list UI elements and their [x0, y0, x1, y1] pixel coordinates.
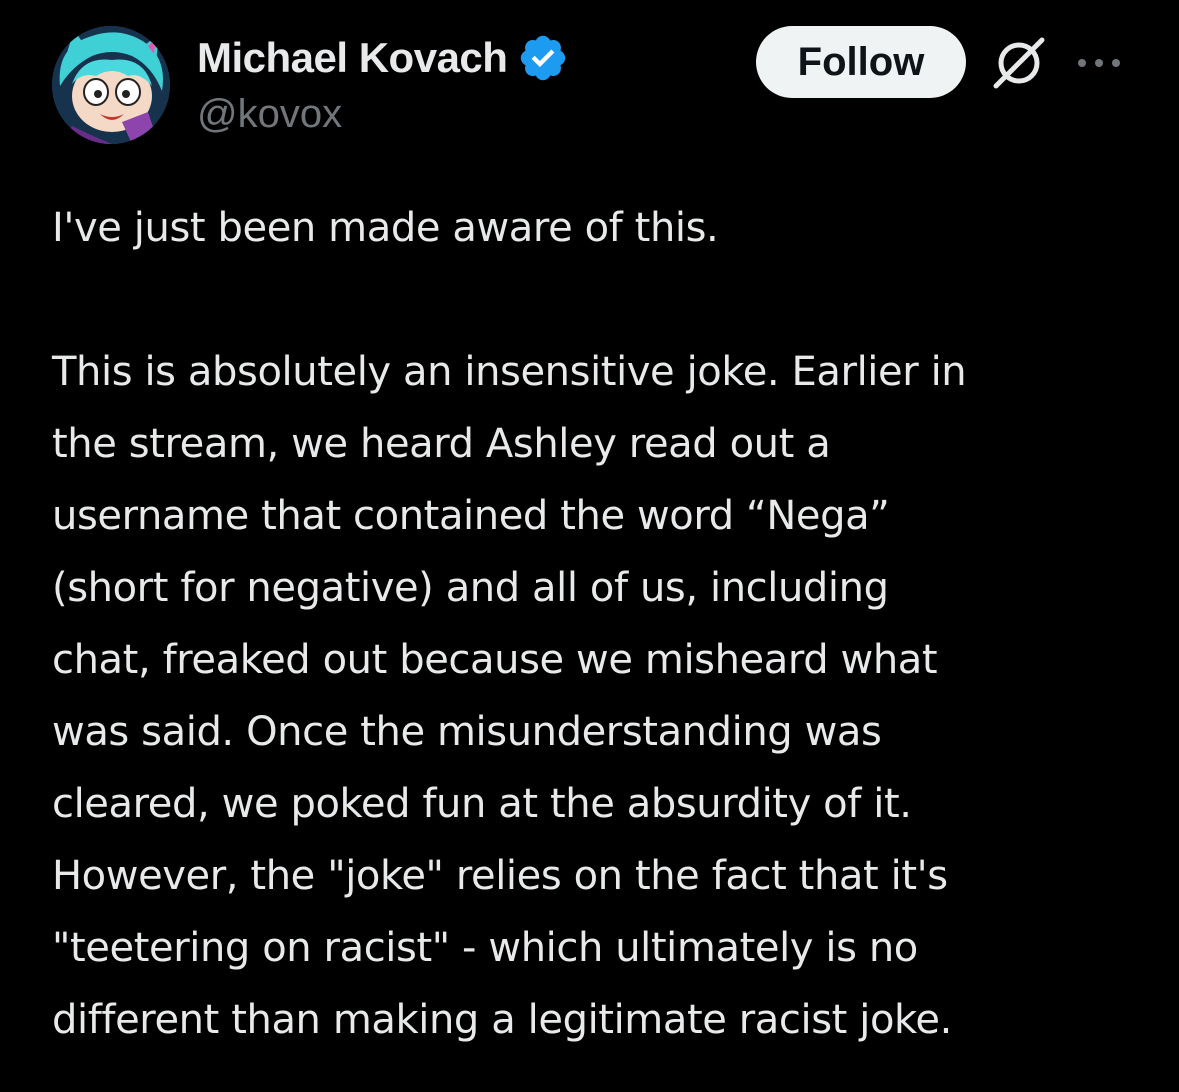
post-paragraph-1: I've just been made aware of this. [52, 205, 719, 251]
post-line: "teetering on racist" - which ultimately… [52, 925, 918, 971]
author-names: Michael Kovach @kovox [197, 30, 757, 137]
avatar[interactable] [52, 26, 170, 144]
post-line: was said. Once the misunderstanding was [52, 709, 882, 755]
post-line: username that contained the word “Nega” [52, 493, 890, 539]
post-header: Michael Kovach @kovox Follow [52, 26, 1132, 146]
post-line: cleared, we poked fun at the absurdity o… [52, 781, 912, 827]
post-line: the stream, we heard Ashley read out a [52, 421, 831, 467]
grok-icon[interactable] [990, 34, 1048, 92]
display-name-row: Michael Kovach [197, 30, 757, 86]
post-line: (short for negative) and all of us, incl… [52, 565, 889, 611]
display-name[interactable]: Michael Kovach [197, 34, 508, 82]
post-line: different than making a legitimate racis… [52, 997, 952, 1043]
author-handle[interactable]: @kovox [197, 92, 757, 137]
post-line: However, the "joke" relies on the fact t… [52, 853, 948, 899]
avatar-image [52, 26, 170, 144]
post: Michael Kovach @kovox Follow I've just b… [0, 0, 1179, 1092]
follow-button[interactable]: Follow [756, 26, 966, 98]
post-line: This is absolutely an insensitive joke. … [52, 349, 967, 395]
verified-badge-icon[interactable] [517, 32, 569, 84]
post-text: I've just been made aware of this. This … [52, 192, 1142, 1056]
more-options-icon[interactable] [1074, 48, 1124, 78]
post-line: chat, freaked out because we misheard wh… [52, 637, 938, 683]
